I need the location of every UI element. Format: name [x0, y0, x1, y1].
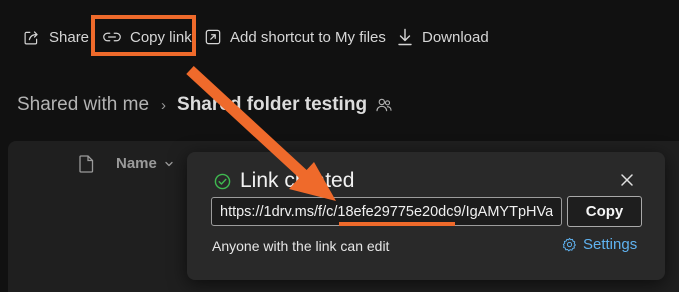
- chevron-down-icon: [165, 161, 173, 166]
- download-label: Download: [422, 28, 489, 46]
- link-id-underline: [339, 222, 455, 226]
- add-shortcut-label: Add shortcut to My files: [230, 28, 386, 46]
- breadcrumb-separator-icon: ›: [161, 96, 167, 114]
- breadcrumb-current-folder: Shared folder testing: [177, 94, 368, 115]
- add-shortcut-command[interactable]: Add shortcut to My files: [205, 22, 386, 52]
- link-permission-text: Anyone with the link can edit: [212, 238, 390, 254]
- onedrive-page: Share Copy link Add shortcut to My files…: [0, 0, 679, 292]
- check-circle-icon: [214, 173, 231, 189]
- share-icon: [24, 30, 38, 44]
- download-icon: [398, 28, 412, 46]
- gear-icon: [562, 237, 576, 252]
- settings-link[interactable]: Settings: [562, 236, 637, 253]
- share-label: Share: [49, 28, 90, 46]
- link-created-dialog: Link created Copy Anyone with the link c…: [187, 152, 665, 280]
- name-column-label: Name: [116, 155, 157, 172]
- share-command[interactable]: Share: [23, 22, 89, 52]
- close-icon[interactable]: [619, 172, 635, 188]
- copy-link-highlight: [91, 15, 196, 56]
- settings-label: Settings: [583, 236, 638, 253]
- people-icon: [376, 98, 392, 112]
- name-column-header[interactable]: Name: [116, 155, 173, 172]
- file-icon: [79, 155, 94, 173]
- breadcrumb: Shared with me › Shared folder testing: [17, 90, 392, 120]
- breadcrumb-shared-with-me[interactable]: Shared with me: [17, 94, 149, 116]
- dialog-title: Link created: [214, 169, 354, 193]
- shortcut-icon: [205, 29, 221, 45]
- copy-button[interactable]: Copy: [567, 196, 642, 227]
- dialog-title-text: Link created: [240, 169, 355, 192]
- download-command[interactable]: Download: [397, 22, 489, 52]
